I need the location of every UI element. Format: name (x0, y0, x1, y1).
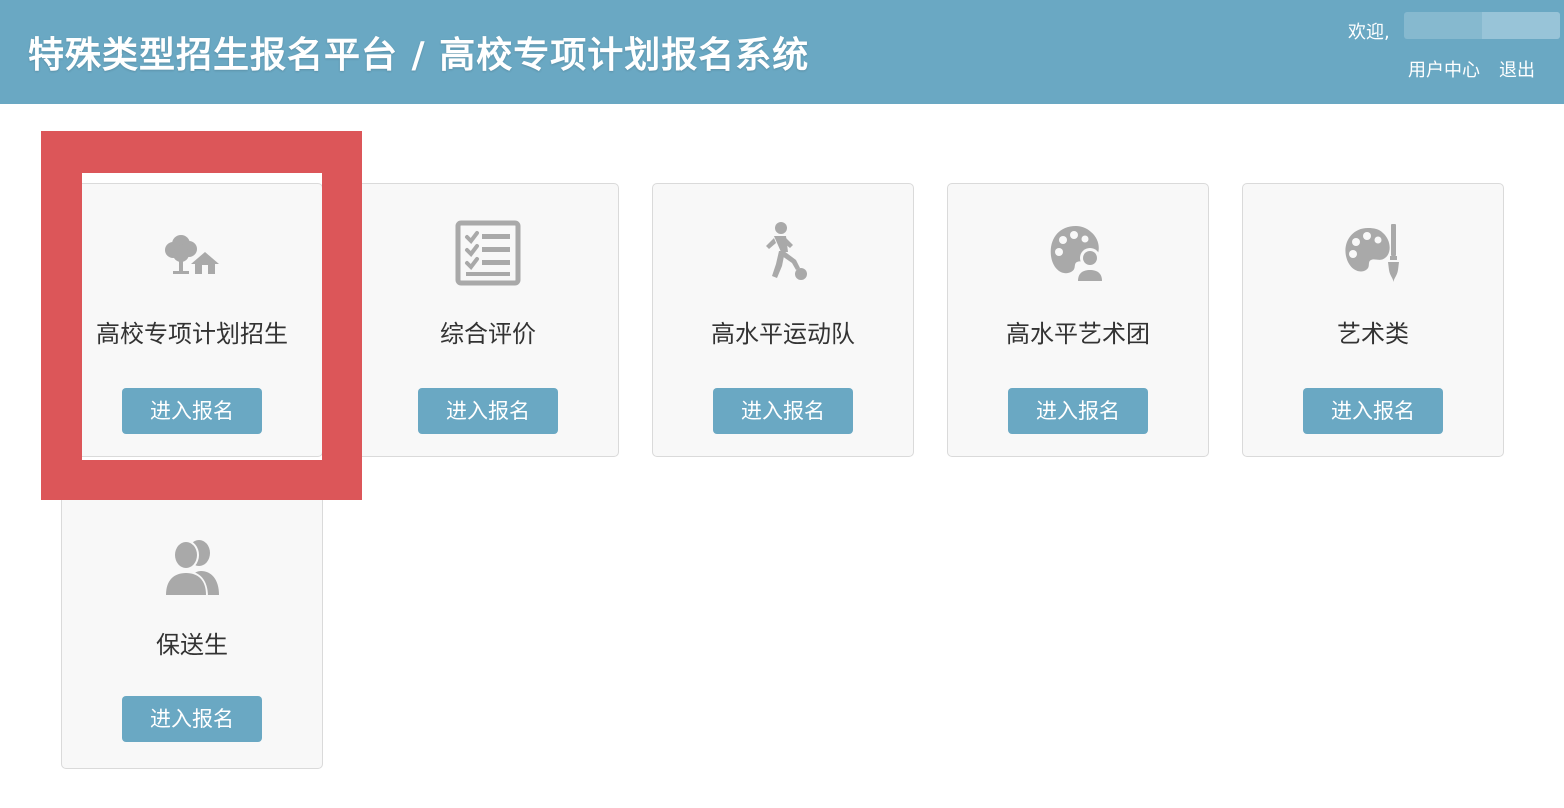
tree-house-icon (157, 218, 227, 288)
card-label: 保送生 (156, 631, 228, 659)
users-icon (157, 533, 227, 603)
user-center-link[interactable]: 用户中心 (1408, 56, 1480, 82)
card-label: 综合评价 (440, 320, 536, 348)
page-title: 特殊类型招生报名平台 / 高校专项计划报名系统 (28, 35, 810, 76)
enter-register-button[interactable]: 进入报名 (122, 388, 262, 434)
top-header: 特殊类型招生报名平台 / 高校专项计划报名系统 欢迎, 用户中心 退出 (0, 0, 1564, 104)
logout-link[interactable]: 退出 (1499, 56, 1535, 82)
card-comprehensive-evaluation: 综合评价 进入报名 (357, 183, 619, 457)
enter-register-button[interactable]: 进入报名 (713, 388, 853, 434)
enter-register-button[interactable]: 进入报名 (1008, 388, 1148, 434)
username-redacted (1404, 12, 1560, 39)
card-label: 艺术类 (1337, 320, 1409, 348)
enter-register-button[interactable]: 进入报名 (122, 696, 262, 742)
enter-register-button[interactable]: 进入报名 (418, 388, 558, 434)
palette-person-icon (1043, 218, 1113, 288)
card-label: 高水平艺术团 (1006, 320, 1150, 348)
card-arts: 艺术类 进入报名 (1242, 183, 1504, 457)
card-recommended-students: 保送生 进入报名 (61, 492, 323, 769)
palette-brush-icon (1338, 218, 1408, 288)
card-art-troupe: 高水平艺术团 进入报名 (947, 183, 1209, 457)
card-special-plan: 高校专项计划招生 进入报名 (61, 183, 323, 457)
enter-register-button[interactable]: 进入报名 (1303, 388, 1443, 434)
card-label: 高水平运动队 (711, 320, 855, 348)
welcome-text: 欢迎, (1348, 22, 1390, 43)
checklist-icon (453, 218, 523, 288)
card-sports-team: 高水平运动队 进入报名 (652, 183, 914, 457)
soccer-player-icon (748, 218, 818, 288)
card-label: 高校专项计划招生 (96, 320, 288, 348)
